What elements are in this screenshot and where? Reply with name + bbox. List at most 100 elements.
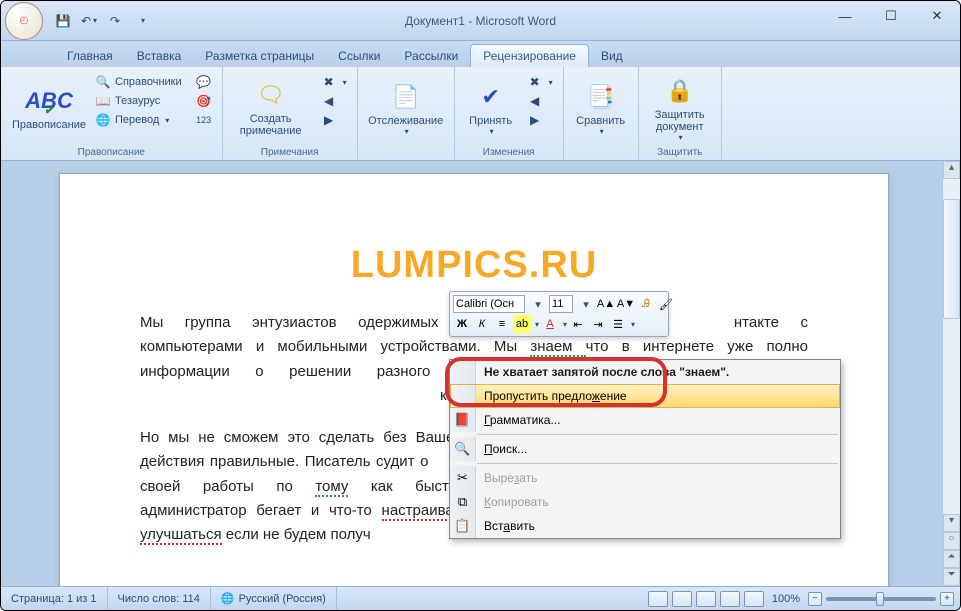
delete-comment-button[interactable]: ✖▾	[317, 73, 351, 91]
prev-change-icon: ◀	[527, 93, 543, 109]
undo-icon[interactable]: ↶▾	[79, 11, 99, 31]
shrink-font-icon[interactable]: A▼	[617, 295, 635, 313]
group-compare: 📑 Сравнить▾	[564, 67, 639, 160]
lang-button[interactable]: 💬	[192, 73, 216, 91]
compare-button[interactable]: 📑 Сравнить▾	[570, 71, 632, 145]
indent-decrease-icon[interactable]: ⇤	[569, 315, 587, 333]
thesaurus-button[interactable]: 📖Тезаурус	[91, 92, 186, 110]
zoom-slider[interactable]	[826, 597, 936, 601]
reject-button[interactable]: ✖▾	[523, 73, 557, 91]
next-page-icon[interactable]: ⏷	[943, 568, 960, 586]
grammar-squiggle[interactable]: знаем	[530, 338, 585, 357]
group-changes: ✔ Принять▾ ✖▾ ◀ ▶ Изменения	[455, 67, 564, 160]
protect-icon: 🔒	[664, 75, 696, 107]
italic-icon[interactable]: К	[473, 315, 491, 333]
search-icon: 🔍	[450, 437, 476, 461]
spelling-icon: ABC✔	[33, 85, 65, 117]
vertical-scrollbar[interactable]: ▴ ▾ ○ ⏶ ⏷	[942, 161, 960, 586]
font-family-drop-icon[interactable]: ▾	[529, 295, 547, 313]
view-draft-button[interactable]	[744, 591, 764, 607]
next-change-icon: ▶	[527, 112, 543, 128]
accept-button[interactable]: ✔ Принять▾	[461, 71, 521, 145]
maximize-button[interactable]: ☐	[868, 1, 914, 31]
view-fullscreen-button[interactable]	[672, 591, 692, 607]
status-language[interactable]: 🌐Русский (Россия)	[211, 587, 337, 610]
next-comment-icon: ▶	[321, 112, 337, 128]
wordcount-button[interactable]: 123	[192, 111, 216, 129]
qat-customize-icon[interactable]: ▾	[133, 11, 153, 31]
lang-status-icon: 🌐	[221, 592, 235, 605]
scroll-down-icon[interactable]: ▾	[943, 514, 960, 532]
scroll-up-icon[interactable]: ▴	[943, 161, 960, 179]
ctx-grammar[interactable]: 📕 Грамматика...	[450, 408, 840, 432]
group-tracking: 📄 Отслеживание▾	[358, 67, 455, 160]
font-size-input[interactable]	[549, 295, 573, 313]
tab-references[interactable]: Ссылки	[326, 45, 392, 67]
watermark: LUMPICS.RU	[140, 244, 808, 287]
status-page[interactable]: Страница: 1 из 1	[1, 587, 108, 610]
close-button[interactable]: ✕	[914, 1, 960, 31]
tab-home[interactable]: Главная	[55, 45, 125, 67]
research-button[interactable]: 🔍Справочники	[91, 73, 186, 91]
accept-icon: ✔	[475, 81, 507, 113]
view-web-button[interactable]	[696, 591, 716, 607]
zoom-out-button[interactable]: −	[808, 592, 822, 606]
group-protect-title: Защитить	[645, 146, 715, 158]
zoom-knob[interactable]	[876, 592, 884, 606]
tab-layout[interactable]: Разметка страницы	[193, 45, 326, 67]
ctx-paste[interactable]: 📋 Вставить	[450, 514, 840, 538]
spelling-button[interactable]: ABC✔ Правописание	[7, 71, 91, 145]
zoom-level[interactable]: 100%	[772, 593, 800, 605]
highlight-icon[interactable]: ab	[513, 315, 531, 333]
context-menu: Не хватает запятой после слова "знаем". …	[449, 359, 841, 539]
set-lang-button[interactable]: 🎯	[192, 92, 216, 110]
ctx-suggestion[interactable]: Не хватает запятой после слова "знаем".	[450, 360, 840, 384]
set-lang-icon: 🎯	[196, 93, 212, 109]
save-icon[interactable]: 💾	[53, 11, 73, 31]
styles-icon[interactable]: Ꭿ	[637, 295, 655, 313]
next-comment-button[interactable]: ▶	[317, 111, 351, 129]
font-color-icon[interactable]: A	[541, 315, 559, 333]
ctx-ignore[interactable]: Пропустить предложение	[450, 384, 840, 408]
tab-review[interactable]: Рецензирование	[470, 44, 589, 67]
group-proofing: ABC✔ Правописание 🔍Справочники 📖Тезаурус…	[1, 67, 223, 160]
align-center-icon[interactable]: ≡	[493, 315, 511, 333]
next-change-button[interactable]: ▶	[523, 111, 557, 129]
tab-view[interactable]: Вид	[589, 45, 635, 67]
minimize-button[interactable]: —	[822, 1, 868, 31]
new-comment-button[interactable]: 🗨 Создать примечание	[229, 71, 313, 145]
zoom-in-button[interactable]: +	[940, 592, 954, 606]
translate-button[interactable]: 🌐Перевод▾	[91, 111, 186, 129]
tab-insert[interactable]: Вставка	[125, 45, 194, 67]
scroll-thumb[interactable]	[943, 199, 960, 319]
protect-button[interactable]: 🔒 Защитить документ▾	[645, 71, 715, 145]
ctx-copy: ⧉ Копировать	[450, 490, 840, 514]
reject-icon: ✖	[527, 74, 543, 90]
format-painter-icon[interactable]: 🖌	[657, 295, 675, 313]
blank-icon	[450, 360, 476, 384]
status-wordcount[interactable]: Число слов: 114	[108, 587, 211, 610]
font-size-drop-icon[interactable]: ▾	[577, 295, 595, 313]
view-outline-button[interactable]	[720, 591, 740, 607]
group-proofing-title: Правописание	[7, 146, 216, 158]
comment-icon: 🗨	[255, 79, 287, 111]
prev-comment-button[interactable]: ◀	[317, 92, 351, 110]
indent-increase-icon[interactable]: ⇥	[589, 315, 607, 333]
grow-font-icon[interactable]: A▲	[597, 295, 615, 313]
bullets-icon[interactable]: ☰	[609, 315, 627, 333]
prev-change-button[interactable]: ◀	[523, 92, 557, 110]
office-button[interactable]: ◴	[5, 2, 43, 40]
grammar-icon: 📕	[450, 408, 476, 432]
browse-object-icon[interactable]: ○	[943, 532, 960, 550]
ctx-lookup[interactable]: 🔍 Поиск...	[450, 437, 840, 461]
group-changes-title: Изменения	[461, 146, 557, 158]
prev-page-icon[interactable]: ⏶	[943, 550, 960, 568]
font-family-input[interactable]	[453, 295, 525, 313]
bold-icon[interactable]: Ж	[453, 315, 471, 333]
track-changes-button[interactable]: 📄 Отслеживание▾	[364, 71, 448, 145]
view-printlayout-button[interactable]	[648, 591, 668, 607]
redo-icon[interactable]: ↷	[105, 11, 125, 31]
compare-icon: 📑	[585, 81, 617, 113]
lang-icon: 💬	[196, 74, 212, 90]
tab-mailings[interactable]: Рассылки	[392, 45, 470, 67]
